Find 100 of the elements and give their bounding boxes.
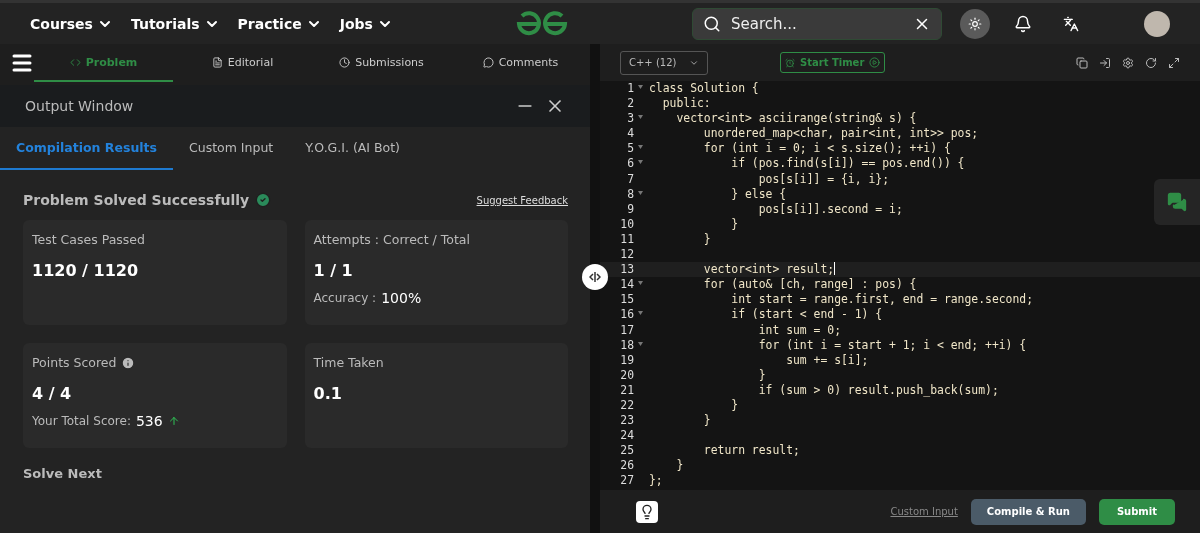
line-number: 16 [619, 307, 635, 323]
card-sub-label: Accuracy : [313, 291, 377, 305]
code-line: for (auto& [ch, range] : pos) { [702, 277, 917, 293]
card-value: 4 / 4 [32, 384, 73, 403]
card-label: Points Scored [32, 355, 117, 370]
custom-input-link[interactable]: Custom Input [890, 506, 958, 517]
line-number: 21 [619, 382, 635, 398]
nav-menu[interactable]: Courses [30, 15, 113, 32]
code-line: } [702, 413, 711, 429]
search-icon [703, 14, 721, 33]
speech-bubble-icon [482, 56, 494, 68]
line-number: 8 [626, 186, 635, 202]
fold-icon[interactable] [638, 85, 643, 89]
line-number: 27 [619, 473, 635, 489]
alarm-clock-icon [785, 57, 795, 68]
card-value: 1 / 1 [313, 261, 354, 280]
problem-tab[interactable]: Comments [451, 44, 590, 82]
code-line: if (pos.find(s[i]) == pos.end()) { [730, 156, 965, 172]
fold-icon[interactable] [638, 341, 643, 346]
line-number: 25 [619, 443, 635, 459]
code-line: int sum = 0; [757, 322, 842, 338]
card-label: Test Cases Passed [32, 232, 145, 247]
problem-tab[interactable]: Submissions [312, 44, 451, 82]
line-number: 12 [619, 247, 635, 263]
fold-icon[interactable] [638, 115, 643, 120]
chat-button[interactable] [1154, 179, 1200, 225]
line-number: 13 [619, 262, 635, 278]
language-select[interactable]: C++ (12) [620, 50, 708, 75]
fullscreen-icon[interactable] [1168, 56, 1180, 69]
submit-button[interactable]: Submit [1098, 498, 1175, 525]
code-line: } [730, 216, 739, 232]
line-number: 5 [626, 141, 635, 157]
arrow-up-icon [167, 415, 180, 427]
avatar[interactable] [1144, 10, 1170, 37]
fold-icon[interactable] [638, 311, 643, 316]
line-number: 9 [626, 201, 635, 217]
line-number: 14 [619, 277, 635, 293]
code-line: unordered_map<char, pair<int, int>> pos; [702, 126, 979, 142]
nav-menu[interactable]: Practice [237, 15, 322, 32]
copy-icon[interactable] [1076, 56, 1088, 69]
code-line: class Solution { [648, 81, 759, 97]
line-number: 26 [619, 458, 635, 474]
line-number: 3 [626, 111, 635, 127]
problem-tab[interactable]: Editorial [173, 44, 312, 82]
sun-icon [968, 16, 982, 31]
fold-icon[interactable] [638, 281, 643, 286]
line-number: 19 [619, 352, 635, 368]
translate-icon [1063, 15, 1079, 32]
line-number: 20 [619, 367, 635, 383]
section-heading: Solve Next [23, 466, 103, 481]
line-number: 11 [619, 231, 635, 248]
document-icon [211, 56, 223, 68]
nav-menu[interactable]: Tutorials [130, 15, 220, 32]
nav-menu[interactable]: Jobs [339, 15, 393, 32]
line-number: 23 [619, 413, 635, 429]
code-line: if (sum > 0) result.push_back(sum); [757, 382, 999, 398]
code-line: sum += s[i]; [785, 352, 869, 368]
status-text: Problem Solved Successfully [23, 192, 250, 208]
line-number: 7 [626, 171, 635, 187]
settings-icon[interactable] [1122, 56, 1134, 69]
line-number: 17 [619, 322, 635, 338]
hint-button[interactable] [636, 500, 658, 523]
search-field[interactable]: Search... [692, 7, 942, 40]
compile-run-button[interactable]: Compile & Run [970, 498, 1086, 525]
card-sub-label: Your Total Score: [32, 414, 131, 428]
code-line: vector<int> asciirange(string& s) { [675, 111, 917, 127]
card-sub-value: 536 [135, 413, 163, 429]
feedback-link[interactable]: Suggest Feedback [476, 194, 568, 206]
lightbulb-icon [639, 503, 655, 520]
code-editor[interactable] [600, 81, 1200, 490]
reset-icon[interactable] [1145, 56, 1157, 69]
code-line: for (int i = 0; i < s.size(); ++i) { [702, 141, 951, 157]
card-sub-value: 100% [381, 290, 422, 306]
line-number: 22 [619, 397, 635, 414]
code-line: int start = range.first, end = range.second; [730, 292, 1034, 308]
output-tab[interactable]: Custom Input [173, 127, 290, 170]
info-icon[interactable] [121, 355, 136, 370]
code-line: } [757, 367, 766, 383]
code-line: } [675, 458, 684, 474]
search-input[interactable]: Search... [729, 13, 905, 34]
theme-toggle-button[interactable] [960, 8, 990, 39]
start-timer-button[interactable]: Start Timer [780, 52, 886, 73]
card-value: 0.1 [313, 384, 343, 403]
clock-icon [339, 56, 351, 68]
fold-icon[interactable] [638, 160, 643, 165]
card-label: Time Taken [313, 355, 384, 370]
problem-tab[interactable]: Problem [34, 44, 173, 82]
fold-icon[interactable] [638, 190, 643, 195]
code-line: for (int i = start + 1; i < end; ++i) { [757, 337, 1027, 353]
code-line: } [702, 231, 711, 248]
logo-icon[interactable] [515, 10, 570, 37]
code-line: pos[s[i]] = {i, i}; [757, 171, 890, 187]
card-label: Attempts : Correct / Total [313, 232, 470, 247]
code-line: public: [661, 96, 711, 112]
code-icon [69, 56, 81, 68]
output-tab[interactable]: Y.O.G.I. (AI Bot) [289, 127, 416, 170]
line-number: 10 [619, 216, 635, 232]
fold-icon[interactable] [638, 145, 643, 150]
import-icon[interactable] [1099, 56, 1111, 69]
line-number: 15 [619, 292, 635, 308]
